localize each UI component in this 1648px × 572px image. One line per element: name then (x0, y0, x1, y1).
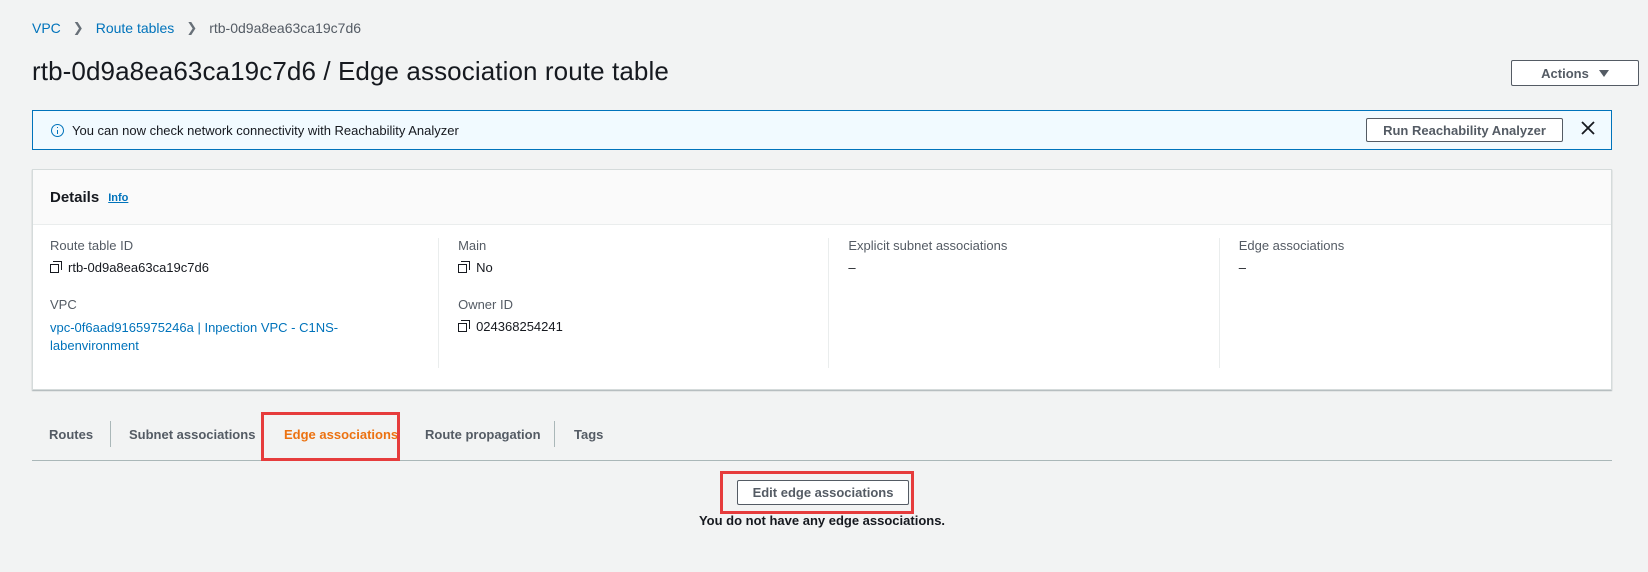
highlight-box-edge-tab (261, 412, 400, 461)
details-panel: Details Info Route table ID rtb-0d9a8ea6… (32, 169, 1612, 390)
vpc-label: VPC (50, 297, 77, 312)
chevron-right-icon: ❯ (186, 20, 198, 35)
tab-separator (110, 421, 111, 447)
breadcrumb-current: rtb-0d9a8ea63ca19c7d6 (209, 20, 362, 36)
info-flash-banner: You can now check network connectivity w… (32, 110, 1612, 150)
details-column-4: Edge associations – (1218, 238, 1611, 368)
column-divider (1218, 238, 1220, 368)
details-column-1: Route table ID rtb-0d9a8ea63ca19c7d6 VPC… (50, 238, 440, 368)
vpc-link-line2: labenvironment (50, 338, 139, 353)
tab-route-propagation[interactable]: Route propagation (425, 410, 541, 458)
explicit-subnet-field: Explicit subnet associations – (848, 238, 1208, 275)
owner-id-value-row: 024368254241 (458, 319, 818, 334)
main-label: Main (458, 238, 487, 253)
details-columns: Route table ID rtb-0d9a8ea63ca19c7d6 VPC… (50, 238, 1611, 368)
owner-id-label: Owner ID (458, 297, 513, 312)
owner-id-value: 024368254241 (476, 319, 563, 334)
tab-routes[interactable]: Routes (49, 410, 93, 458)
breadcrumb-vpc-link[interactable]: VPC (32, 20, 61, 36)
explicit-subnet-label: Explicit subnet associations (848, 238, 1008, 253)
details-column-3: Explicit subnet associations – (828, 238, 1220, 368)
copy-icon[interactable] (458, 320, 471, 333)
route-table-id-field: Route table ID rtb-0d9a8ea63ca19c7d6 (50, 238, 428, 275)
edge-associations-field: Edge associations – (1239, 238, 1599, 275)
route-table-id-label: Route table ID (50, 238, 134, 253)
route-table-id-value: rtb-0d9a8ea63ca19c7d6 (68, 260, 209, 275)
tab-separator (554, 421, 555, 447)
details-title: Details (50, 188, 100, 206)
close-icon[interactable] (1581, 121, 1595, 135)
details-header: Details Info (33, 170, 1611, 225)
owner-id-field: Owner ID 024368254241 (458, 297, 818, 334)
tab-tags[interactable]: Tags (574, 410, 603, 458)
column-divider (828, 238, 830, 368)
info-icon (51, 123, 64, 137)
explicit-subnet-value: – (848, 260, 856, 275)
breadcrumb: VPC ❯ Route tables ❯ rtb-0d9a8ea63ca19c7… (32, 20, 361, 36)
main-field: Main No (458, 238, 818, 275)
empty-state-message: You do not have any edge associations. (698, 513, 946, 528)
edge-associations-label: Edge associations (1238, 238, 1345, 253)
info-link[interactable]: Info (108, 192, 128, 204)
tab-subnet-associations[interactable]: Subnet associations (129, 410, 255, 458)
vpc-field: VPC vpc-0f6aad9165975246a | Inpection VP… (50, 297, 428, 355)
actions-button-label: Actions (1541, 65, 1589, 81)
vpc-link[interactable]: vpc-0f6aad9165975246a | Inpection VPC - … (50, 319, 428, 355)
breadcrumb-route-tables-link[interactable]: Route tables (96, 20, 175, 36)
main-value-row: No (458, 260, 818, 275)
copy-icon[interactable] (458, 261, 471, 274)
actions-button[interactable]: Actions (1511, 60, 1639, 86)
caret-down-icon (1598, 69, 1609, 77)
vpc-link-line1: vpc-0f6aad9165975246a | Inpection VPC - … (50, 320, 339, 335)
column-divider (438, 238, 440, 368)
page-title: rtb-0d9a8ea63ca19c7d6 / Edge association… (32, 56, 669, 86)
route-table-id-value-row: rtb-0d9a8ea63ca19c7d6 (50, 260, 428, 275)
flash-message: You can now check network connectivity w… (72, 122, 459, 138)
main-value: No (476, 260, 493, 275)
chevron-right-icon: ❯ (72, 20, 84, 35)
edge-associations-value: – (1238, 260, 1246, 275)
details-column-2: Main No Owner ID 024368254241 (438, 238, 830, 368)
run-reachability-analyzer-button[interactable]: Run Reachability Analyzer (1366, 118, 1563, 142)
highlight-box-edit-button (720, 471, 914, 514)
copy-icon[interactable] (50, 261, 63, 274)
